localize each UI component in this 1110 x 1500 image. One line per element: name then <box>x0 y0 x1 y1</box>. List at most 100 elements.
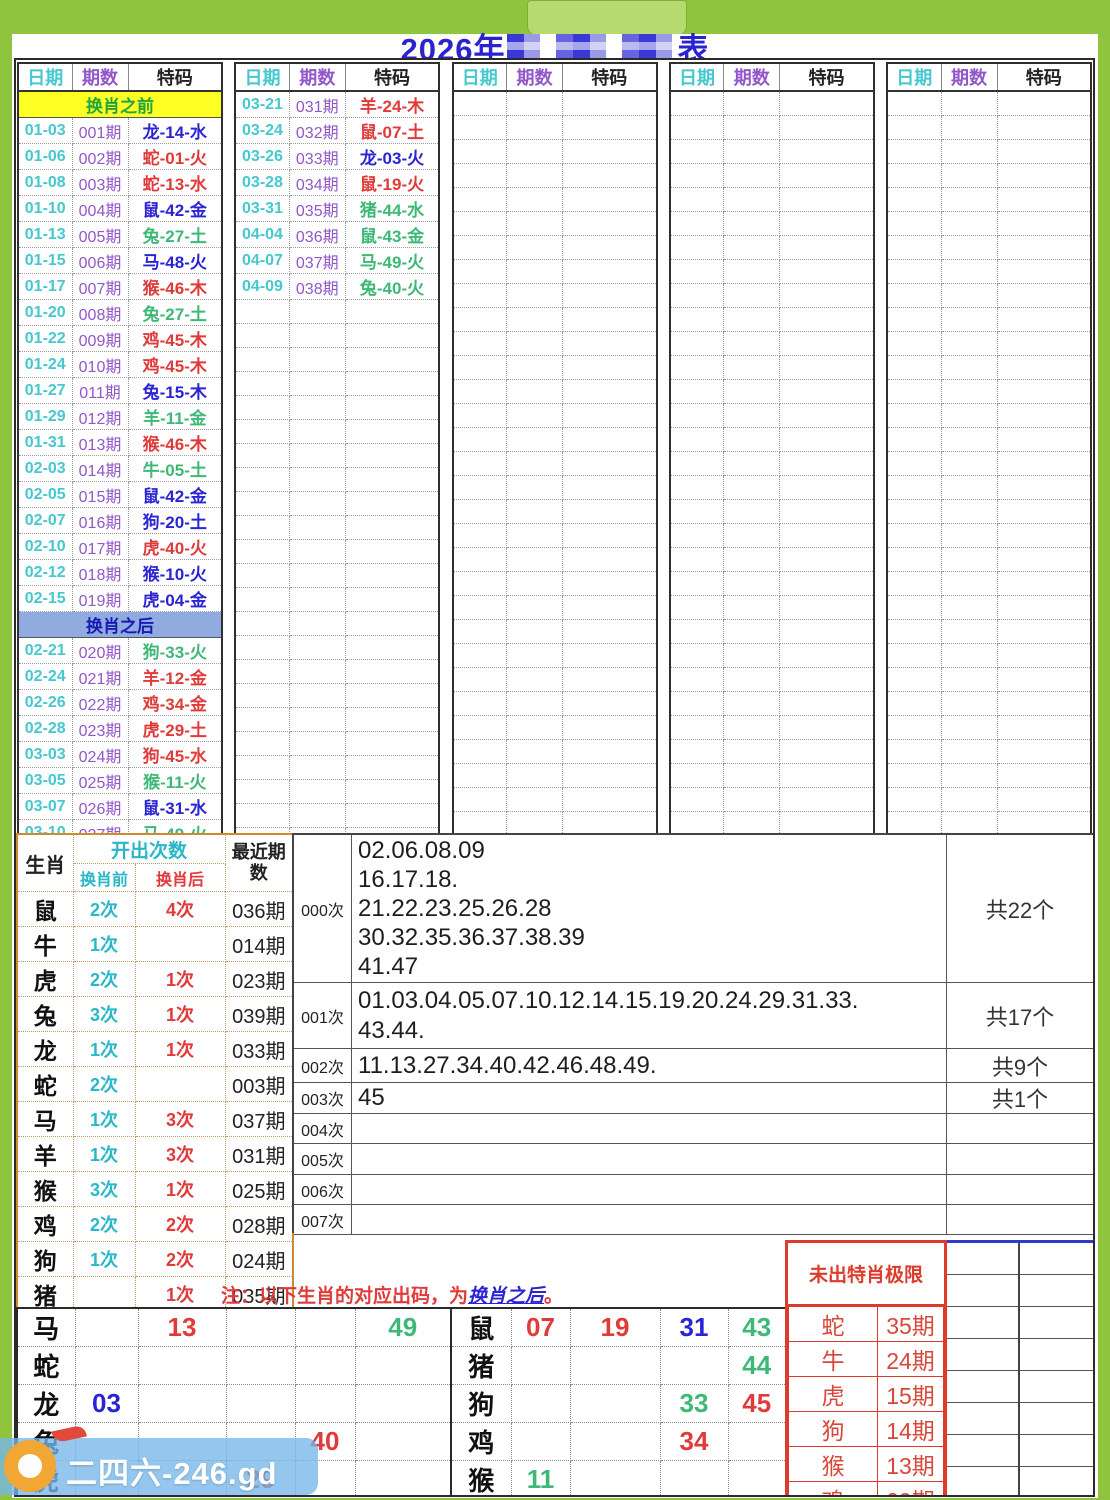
date-cell: 03-28 <box>235 169 290 196</box>
date-cell: 03-24 <box>235 117 290 144</box>
freq-total: 共17个 <box>985 1004 1055 1030</box>
code-cell <box>659 1460 729 1495</box>
special-code-cell: 羊-11-金 <box>128 403 222 430</box>
freq-codes: 02.06.08.09 16.17.18. 21.22.23.25.26.28 … <box>352 835 947 982</box>
code-cell <box>294 1307 356 1347</box>
draw-row: 01-27 011期 兔-15-木 <box>18 377 222 404</box>
freq-codes: 45 <box>352 1083 947 1113</box>
stats-count-before: 1次 <box>72 1241 136 1277</box>
empty-row <box>235 395 440 420</box>
code-cell <box>354 1460 452 1495</box>
special-code: 兔-15-木 <box>142 383 207 402</box>
code-cell <box>510 1422 571 1461</box>
stats-count-after: 1次 <box>134 1171 226 1207</box>
draw-row: 02-03 014期 牛-05-土 <box>18 455 222 482</box>
empty-row <box>452 235 657 260</box>
special-code: 虎-04-金 <box>142 591 207 610</box>
period-cell: 022期 <box>72 689 129 716</box>
code-cell: 49 <box>354 1307 452 1347</box>
freq-row: 002次 11.13.27.34.40.42.46.48.49. 共9个 <box>294 1049 1093 1083</box>
record-table-4: 日期 期数 特码 <box>668 62 875 837</box>
empty-row <box>452 403 657 428</box>
period-cell: 038期 <box>289 273 346 300</box>
period-cell: 007期 <box>72 273 129 300</box>
special-code-cell: 兔-27-土 <box>128 299 222 326</box>
empty-row <box>235 371 440 396</box>
period-cell: 013期 <box>72 429 129 456</box>
empty-row <box>669 547 874 572</box>
stats-recent-period: 023期 <box>224 961 294 997</box>
stats-header-recent: 最近期数 <box>224 833 294 892</box>
zodiac-code-row: 猴 11 <box>450 1460 787 1495</box>
stats-count-before: 1次 <box>72 926 136 962</box>
special-code: 兔-27-土 <box>142 305 207 324</box>
special-code-cell: 鸡-34-金 <box>128 689 222 716</box>
date-cell: 01-08 <box>18 169 73 196</box>
col-header-special: 特码 <box>562 63 657 92</box>
empty-row <box>887 115 1091 140</box>
code-cell: 19 <box>569 1307 661 1347</box>
limit-zodiac: 猴 <box>788 1446 878 1482</box>
code-cell <box>569 1460 661 1495</box>
special-code: 鼠-42-金 <box>142 201 207 220</box>
empty-row <box>235 323 440 348</box>
special-code: 猴-46-木 <box>142 279 207 298</box>
freq-total <box>947 1175 1093 1204</box>
limit-zodiac: 虎 <box>788 1376 878 1412</box>
col-header-period: 期数 <box>289 63 346 92</box>
draw-row: 04-07 037期 马-49-火 <box>235 247 440 274</box>
date-cell: 02-15 <box>18 585 73 612</box>
code-cell <box>354 1384 452 1423</box>
col-header-period: 期数 <box>723 63 781 92</box>
banner-before-label: 换肖之前 <box>18 91 222 118</box>
draw-row: 01-17 007期 猴-46-木 <box>18 273 222 300</box>
empty-row <box>452 643 657 668</box>
period-cell: 024期 <box>72 741 129 768</box>
special-code: 兔-40-火 <box>359 279 425 298</box>
stats-zodiac: 兔 <box>16 996 74 1032</box>
special-code-cell: 狗-45-水 <box>128 741 222 768</box>
date-cell: 01-20 <box>18 299 73 326</box>
draw-row: 03-05 025期 猴-11-火 <box>18 767 222 794</box>
code-cell <box>727 1460 787 1495</box>
draw-row: 02-24 021期 羊-12-金 <box>18 663 222 690</box>
code-cell <box>510 1346 571 1385</box>
empty-row <box>235 659 440 684</box>
stats-count-after: 2次 <box>134 1206 226 1242</box>
special-code-cell: 蛇-01-火 <box>128 143 222 170</box>
special-code-cell: 马-49-火 <box>345 247 440 274</box>
special-code: 羊-12-金 <box>142 669 207 688</box>
empty-row <box>452 163 657 188</box>
period-cell: 026期 <box>72 793 129 820</box>
empty-row <box>887 787 1091 812</box>
draw-row: 01-29 012期 羊-11-金 <box>18 403 222 430</box>
header-row: 日期 期数 特码 <box>452 63 657 92</box>
date-cell: 01-13 <box>18 221 73 248</box>
special-code-cell: 狗-20-土 <box>128 507 222 534</box>
code-cell <box>569 1384 661 1423</box>
empty-row <box>235 419 440 444</box>
empty-row <box>452 595 657 620</box>
special-code-cell: 虎-29-土 <box>128 715 222 742</box>
period-cell: 016期 <box>72 507 129 534</box>
freq-label: 006次 <box>294 1175 352 1204</box>
stats-recent-period: 037期 <box>224 1101 294 1137</box>
date-cell: 03-21 <box>235 91 290 118</box>
limit-periods: 14期 <box>877 1411 944 1447</box>
special-code-cell: 羊-24-木 <box>345 91 440 118</box>
period-cell: 020期 <box>72 637 129 664</box>
code-cell <box>225 1307 296 1347</box>
freq-label: 007次 <box>294 1205 352 1234</box>
empty-row <box>669 499 874 524</box>
unreleased-zodiac-limit-box: 未出特肖极限 蛇 35期 牛 24期 虎 15期 狗 14期 猴 13期 <box>785 1240 947 1495</box>
empty-row <box>887 499 1091 524</box>
limit-periods: 15期 <box>877 1376 944 1412</box>
empty-row <box>669 331 874 356</box>
special-code: 蛇-13-水 <box>142 175 207 194</box>
stats-count-before: 1次 <box>72 1031 136 1067</box>
empty-row <box>887 403 1091 428</box>
record-table-2: 日期 期数 特码 03-21 031期 羊-24-木 03-24 032期 鼠-… <box>234 62 441 877</box>
empty-row <box>669 763 874 788</box>
draw-row: 01-22 009期 鸡-45-木 <box>18 325 222 352</box>
special-code: 鼠-31-水 <box>142 799 207 818</box>
